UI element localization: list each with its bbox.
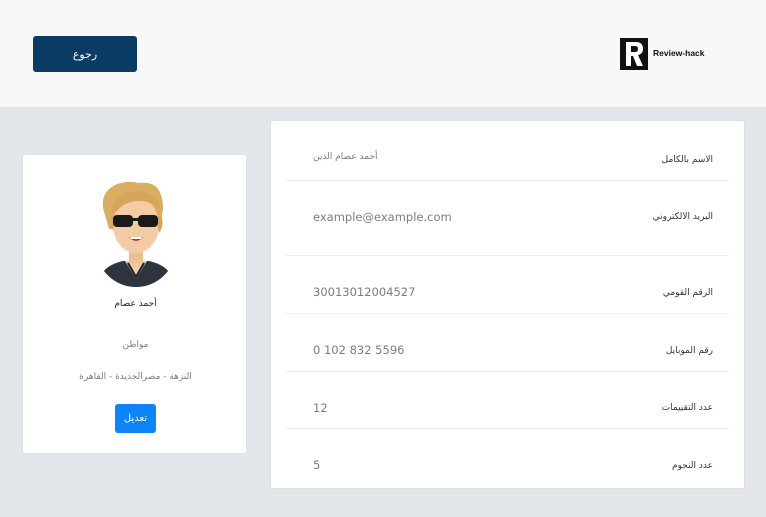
stars-count-value: 5 xyxy=(313,458,321,472)
full-name-label: الاسم بالكامل xyxy=(661,155,713,165)
profile-card: أحمد عصام مواطن النزهة - مصرالجديدة - ال… xyxy=(22,154,247,454)
brand-logo[interactable]: Review-hack xyxy=(620,38,705,70)
profile-name: أحمد عصام xyxy=(114,299,157,309)
details-card: أحمد عصام الدين الاسم بالكامل example@ex… xyxy=(270,120,745,489)
profile-address: النزهة - مصرالجديدة - القاهرة xyxy=(79,372,192,382)
email-label: البريد الالكتروني xyxy=(652,212,713,222)
profile-role: مواطن xyxy=(122,340,149,350)
mobile-label: رقم الموبايل xyxy=(665,346,713,356)
stars-count-label: عدد النجوم xyxy=(672,461,713,471)
top-bar: رجوع Review-hack xyxy=(0,0,766,107)
national-id-value: 30013012004527 xyxy=(313,285,416,299)
edit-button[interactable]: تعديل xyxy=(115,404,156,433)
detail-row-email: example@example.com البريد الالكتروني xyxy=(285,181,729,256)
detail-row-national-id: 30013012004527 الرقم القومي xyxy=(285,256,729,314)
avatar-illustration xyxy=(96,181,176,287)
detail-row-stars-count: 5 عدد النجوم xyxy=(285,429,729,489)
mobile-value: 0 102 832 5596 xyxy=(313,343,405,357)
national-id-label: الرقم القومي xyxy=(662,288,713,298)
email-value: example@example.com xyxy=(313,210,452,224)
avatar xyxy=(95,179,177,289)
full-name-value: أحمد عصام الدين xyxy=(313,152,378,162)
logo-icon xyxy=(620,38,648,70)
detail-row-ratings-count: 12 عدد التقييمات xyxy=(285,372,729,429)
back-button[interactable]: رجوع xyxy=(33,36,137,72)
detail-row-full-name: أحمد عصام الدين الاسم بالكامل xyxy=(285,121,729,181)
brand-name: Review-hack xyxy=(653,48,705,58)
ratings-count-value: 12 xyxy=(313,401,328,415)
detail-row-mobile: 0 102 832 5596 رقم الموبايل xyxy=(285,314,729,372)
ratings-count-label: عدد التقييمات xyxy=(661,403,713,413)
